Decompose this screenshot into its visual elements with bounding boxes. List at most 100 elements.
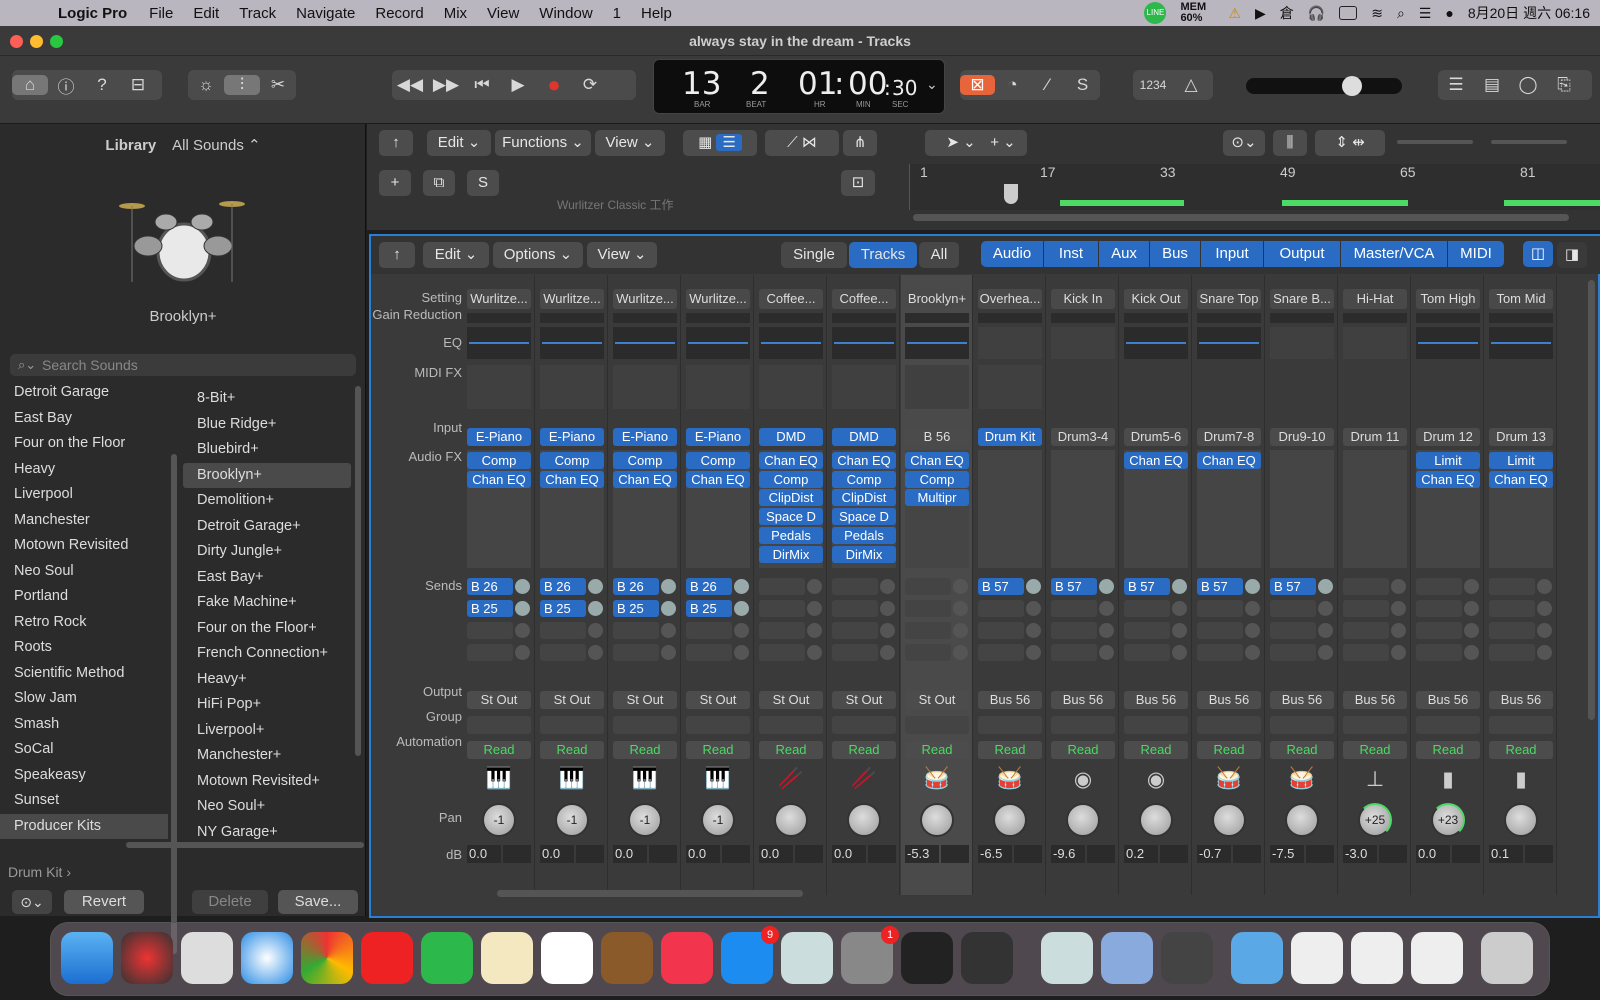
setting-button[interactable]: Tom Mid: [1489, 289, 1553, 309]
eq-thumbnail[interactable]: [1197, 327, 1261, 359]
audio-fx-well[interactable]: [1270, 450, 1334, 568]
output-slot[interactable]: St Out: [905, 691, 969, 709]
patch-item[interactable]: East Bay+: [183, 565, 351, 591]
output-slot[interactable]: St Out: [832, 691, 896, 709]
input-slot[interactable]: E-Piano: [613, 428, 677, 446]
duplicate-track-icon[interactable]: ⧉: [423, 170, 455, 196]
send-slot[interactable]: B 57: [978, 578, 1024, 595]
send-level-knob[interactable]: [953, 645, 968, 660]
pan-knob[interactable]: [1285, 803, 1319, 837]
app-store-icon[interactable]: 9: [721, 926, 779, 984]
audio-fx-slot[interactable]: Chan EQ: [613, 470, 677, 488]
pan-knob[interactable]: +23: [1431, 803, 1465, 837]
category-item[interactable]: Heavy: [0, 457, 168, 483]
eq-thumbnail[interactable]: [978, 327, 1042, 359]
channel-strip[interactable]: Wurlitze... E-Piano Comp Chan EQ B 26 B 25 St …: [682, 275, 754, 895]
patch-item[interactable]: Manchester+: [183, 743, 351, 769]
audio-fx-slot[interactable]: Limit: [1489, 452, 1553, 469]
cycle-icon[interactable]: ⟳: [572, 75, 608, 95]
disk-utility-icon[interactable]: [1161, 932, 1213, 984]
channel-strip[interactable]: Coffee... DMD Chan EQ Comp ClipDist Space D Pe…: [828, 275, 900, 895]
send-level-knob[interactable]: [515, 645, 530, 660]
filter-output[interactable]: Output: [1264, 241, 1340, 267]
patch-item[interactable]: Fake Machine+: [183, 590, 351, 616]
category-item[interactable]: Liverpool: [0, 482, 168, 508]
input-slot[interactable]: Drum5-6: [1124, 428, 1188, 446]
send-slot-empty[interactable]: [832, 600, 878, 617]
tuner-icon[interactable]: ◔: [995, 75, 1030, 95]
audio-fx-well[interactable]: [1343, 450, 1407, 568]
library-icon[interactable]: ⌂: [12, 75, 48, 95]
input-slot[interactable]: E-Piano: [686, 428, 750, 446]
play-icon[interactable]: ▶: [500, 75, 536, 95]
patch-item[interactable]: Liverpool+: [183, 718, 351, 744]
send-level-knob[interactable]: [807, 601, 822, 616]
waveform-zoom-icon[interactable]: ⫼: [1273, 130, 1307, 156]
library-action-menu[interactable]: ⊙⌄: [12, 890, 52, 914]
mixer-icon[interactable]: ⫶: [224, 75, 260, 95]
youtube-icon[interactable]: [361, 932, 413, 984]
menu-track[interactable]: Track: [229, 5, 286, 22]
channel-strip[interactable]: Overhea... Drum Kit B 57 Bus 56 Read 🥁 -6.5: [974, 275, 1046, 895]
input-slot[interactable]: Drum 11: [1343, 428, 1407, 446]
view-mode-toggle[interactable]: ▦ ☰: [683, 130, 757, 156]
input-slot[interactable]: E-Piano: [467, 428, 531, 446]
volume-readout[interactable]: 0.0: [467, 845, 501, 863]
send-level-knob[interactable]: [588, 645, 603, 660]
send-slot-empty[interactable]: [832, 644, 878, 661]
solo-icon[interactable]: ⁄: [1030, 75, 1065, 95]
send-level-knob[interactable]: [1172, 601, 1187, 616]
category-item[interactable]: Retro Rock: [0, 610, 168, 636]
group-slot[interactable]: [1343, 716, 1407, 734]
patch-item[interactable]: Neo Soul+: [183, 794, 351, 820]
downloads-folder-icon[interactable]: [1231, 932, 1283, 984]
send-level-knob[interactable]: [734, 601, 749, 616]
audio-fx-slot[interactable]: Chan EQ: [1489, 470, 1553, 488]
send-level-knob[interactable]: [588, 579, 603, 594]
fast-forward-icon[interactable]: ▶▶: [428, 75, 464, 95]
record-icon[interactable]: ●: [536, 72, 572, 98]
filter-midi[interactable]: MIDI: [1448, 241, 1504, 267]
send-slot-empty[interactable]: [1416, 644, 1462, 661]
audio-fx-slot[interactable]: Chan EQ: [1416, 470, 1480, 488]
send-level-knob[interactable]: [1245, 579, 1260, 594]
group-slot[interactable]: [1416, 716, 1480, 734]
category-item[interactable]: SoCal: [0, 737, 168, 763]
send-level-knob[interactable]: [1172, 579, 1187, 594]
control-center-icon[interactable]: ☰: [1419, 5, 1432, 22]
hihat-icon[interactable]: ⊥: [1361, 767, 1389, 793]
volume-readout[interactable]: -7.5: [1270, 845, 1304, 863]
automation-mode[interactable]: Read: [613, 741, 677, 759]
send-slot-empty[interactable]: [905, 600, 951, 617]
filter-inst[interactable]: Inst: [1044, 241, 1098, 267]
automation-mode[interactable]: Read: [978, 741, 1042, 759]
send-level-knob[interactable]: [1318, 645, 1333, 660]
send-level-knob[interactable]: [661, 601, 676, 616]
send-level-knob[interactable]: [734, 579, 749, 594]
input-slot[interactable]: DMD: [759, 428, 823, 446]
menu-edit[interactable]: Edit: [183, 5, 229, 22]
input-slot[interactable]: B 56: [905, 428, 969, 446]
send-level-knob[interactable]: [1537, 645, 1552, 660]
send-slot-empty[interactable]: [832, 622, 878, 639]
replace-icon[interactable]: S: [1065, 75, 1100, 95]
send-slot-empty[interactable]: [1343, 644, 1389, 661]
send-level-knob[interactable]: [661, 623, 676, 638]
volume-readout[interactable]: -3.0: [1343, 845, 1377, 863]
send-level-knob[interactable]: [734, 645, 749, 660]
send-level-knob[interactable]: [1537, 623, 1552, 638]
spotlight-icon[interactable]: ⌕: [1397, 5, 1405, 22]
wifi-icon[interactable]: ≋: [1371, 5, 1383, 22]
send-level-knob[interactable]: [1026, 623, 1041, 638]
volume-readout[interactable]: 0.0: [686, 845, 720, 863]
send-slot-empty[interactable]: [1489, 578, 1535, 595]
output-slot[interactable]: St Out: [759, 691, 823, 709]
send-slot-empty[interactable]: [759, 644, 805, 661]
filter-input[interactable]: Input: [1201, 241, 1263, 267]
output-slot[interactable]: Bus 56: [1051, 691, 1115, 709]
output-slot[interactable]: St Out: [467, 691, 531, 709]
send-slot-empty[interactable]: [905, 644, 951, 661]
inspector-icon[interactable]: ⓘ: [48, 73, 84, 98]
channel-strip[interactable]: Snare B... Dru9-10 B 57 Bus 56 Read 🥁 -7.5: [1266, 275, 1338, 895]
more-options-icon[interactable]: ⊙⌄: [1223, 130, 1265, 156]
